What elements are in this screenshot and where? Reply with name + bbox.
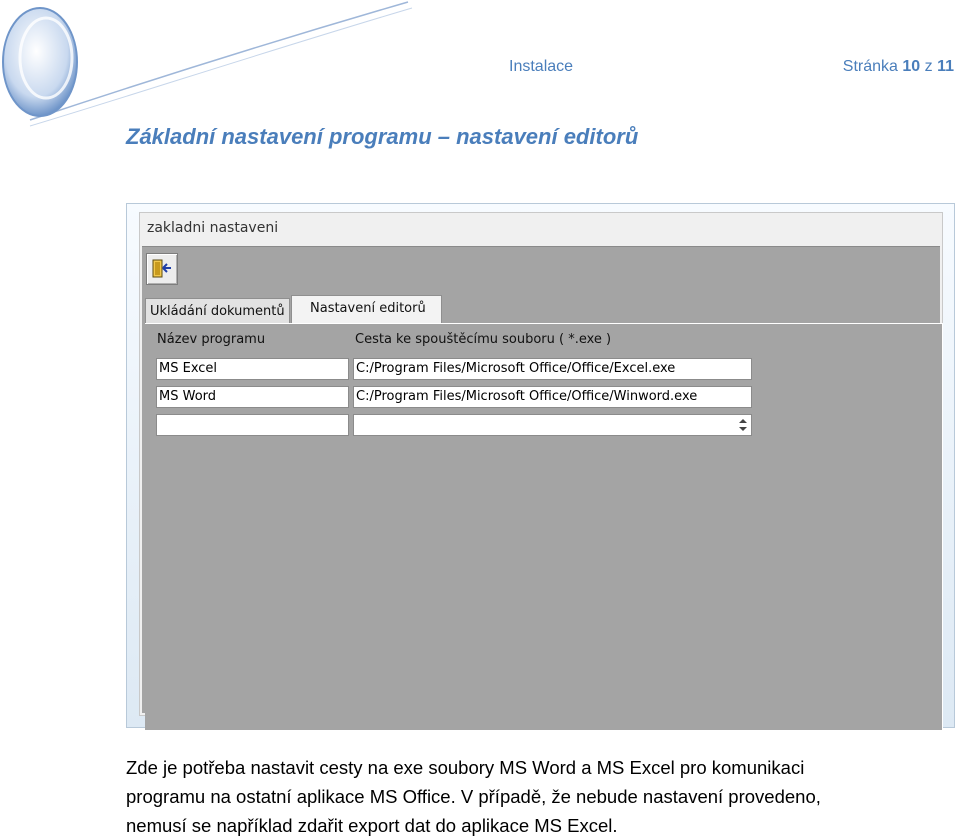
screenshot-frame: zakladni nastaveni Ukládání dokumentů Na… xyxy=(126,203,955,730)
window-client-area: Ukládání dokumentů Nastavení editorů Náz… xyxy=(142,246,943,730)
paragraph-line: Zde je potřeba nastavit cesty na exe sou… xyxy=(126,757,805,778)
tab-page-editors: Název programu Cesta ke spouštěcímu soub… xyxy=(145,323,943,730)
scroll-up-icon[interactable] xyxy=(739,419,747,423)
exit-button[interactable] xyxy=(146,253,178,285)
column-header-name: Název programu xyxy=(157,332,266,347)
tab-nastaveni-editoru[interactable]: Nastavení editorů xyxy=(291,295,442,324)
page-title: Základní nastavení programu – nastavení … xyxy=(126,124,639,149)
header-section: Instalace xyxy=(509,58,574,75)
exit-door-icon xyxy=(152,259,171,278)
settings-window: zakladni nastaveni Ukládání dokumentů Na… xyxy=(139,212,943,730)
program-name-field[interactable]: MS Word xyxy=(156,386,349,408)
window-title: zakladni nastaveni xyxy=(147,220,279,236)
program-path-field[interactable]: C:/Program Files/Microsoft Office/Office… xyxy=(353,358,752,380)
program-name-field[interactable]: MS Excel xyxy=(156,358,349,380)
program-name-field[interactable] xyxy=(156,414,349,436)
page-header: Instalace Stránka 10 z 11 xyxy=(0,58,960,80)
tab-ukladani-dokumentu[interactable]: Ukládání dokumentů xyxy=(145,298,290,324)
paragraph-line: programu na ostatní aplikace MS Office. … xyxy=(126,786,821,807)
scroll-down-icon[interactable] xyxy=(739,427,747,431)
program-path-field[interactable]: C:/Program Files/Microsoft Office/Office… xyxy=(353,386,752,408)
column-header-path: Cesta ke spouštěcímu souboru ( *.exe ) xyxy=(355,332,612,347)
page-number: Stránka 10 z 11 xyxy=(842,58,954,75)
program-path-field-new[interactable] xyxy=(353,414,752,436)
scroll-arrows[interactable] xyxy=(735,415,751,435)
description-paragraph: Zde je potřeba nastavit cesty na exe sou… xyxy=(126,753,958,840)
paragraph-line: nemusí se například zdařit export dat do… xyxy=(126,815,618,836)
